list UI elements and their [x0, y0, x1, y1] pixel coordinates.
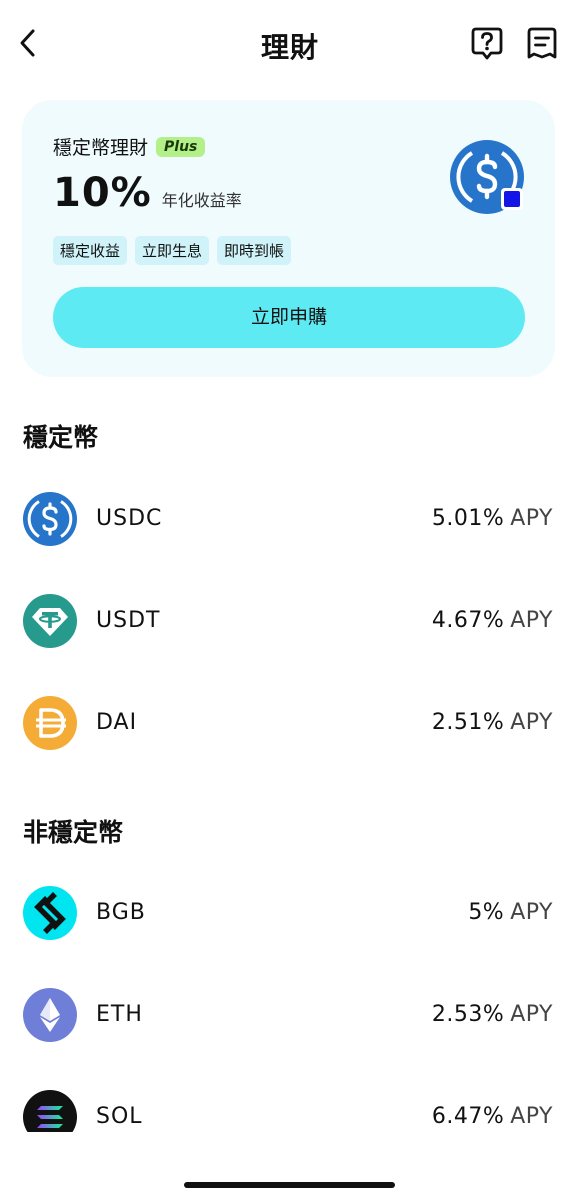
- coin-symbol: USDT: [96, 608, 161, 633]
- subscribe-now-button[interactable]: 立即申購: [53, 287, 525, 348]
- solana-icon: [23, 1090, 77, 1132]
- promo-title-row: 穩定幣理財 Plus: [53, 133, 206, 160]
- apy-unit: APY: [510, 1002, 553, 1027]
- tether-icon: [23, 594, 77, 648]
- apy-unit: APY: [510, 710, 553, 735]
- promo-rate-label: 年化收益率: [161, 191, 242, 210]
- coin-row-eth[interactable]: ETH 2.53% APY: [0, 982, 580, 1052]
- apy-rate: 2.53%: [431, 1002, 505, 1027]
- coin-symbol: BGB: [96, 900, 146, 925]
- order-history-button[interactable]: [526, 26, 558, 60]
- coin-symbol: DAI: [96, 710, 138, 735]
- stablecoin-promo-card: 穩定幣理財 Plus 10% 年化收益率 穩定收益 立即生息 即時到帳 立即申購: [22, 100, 555, 377]
- coin-symbol: USDC: [96, 506, 163, 531]
- promo-rate-row: 10% 年化收益率: [53, 170, 242, 216]
- usdc-icon: [23, 492, 77, 546]
- apy-unit: APY: [510, 506, 553, 531]
- order-list-icon: [527, 27, 557, 59]
- apy-rate: 2.51%: [431, 710, 505, 735]
- square-badge-icon: [501, 188, 523, 210]
- home-indicator[interactable]: [184, 1182, 395, 1188]
- bitget-icon: [23, 886, 77, 940]
- coin-apy: 2.53% APY: [432, 1002, 553, 1027]
- apy-rate: 5%: [468, 900, 505, 925]
- question-bubble-icon: [471, 27, 503, 60]
- top-nav-bar: 理財: [0, 0, 580, 88]
- promo-tag: 穩定收益: [53, 236, 128, 265]
- coin-row-dai[interactable]: DAI 2.51% APY: [0, 690, 580, 760]
- coin-row-usdc[interactable]: USDC 5.01% APY: [0, 486, 580, 556]
- coin-apy: 6.47% APY: [432, 1104, 553, 1129]
- apy-unit: APY: [510, 608, 553, 633]
- coin-symbol: SOL: [96, 1104, 143, 1129]
- plus-badge: Plus: [156, 136, 206, 157]
- help-button[interactable]: [471, 26, 503, 60]
- promo-tag: 立即生息: [135, 236, 210, 265]
- coin-row-sol[interactable]: SOL 6.47% APY: [0, 1084, 580, 1132]
- coin-symbol: ETH: [96, 1002, 143, 1027]
- square-badge-fill: [504, 191, 520, 207]
- apy-rate: 4.67%: [431, 608, 505, 633]
- coin-row-usdt[interactable]: USDT 4.67% APY: [0, 588, 580, 658]
- promo-tags: 穩定收益 立即生息 即時到帳: [53, 236, 292, 265]
- apy-rate: 6.47%: [431, 1104, 505, 1129]
- promo-tag: 即時到帳: [217, 236, 292, 265]
- section-title-stable: 穩定幣: [23, 423, 99, 452]
- coin-row-bgb[interactable]: BGB 5% APY: [0, 880, 580, 950]
- ethereum-icon: [23, 988, 77, 1042]
- section-title-non-stable: 非穩定幣: [23, 818, 124, 847]
- coin-apy: 5% APY: [468, 900, 553, 925]
- promo-rate-value: 10%: [53, 170, 152, 216]
- apy-rate: 5.01%: [431, 506, 505, 531]
- coin-apy: 5.01% APY: [432, 506, 553, 531]
- promo-title: 穩定幣理財: [53, 137, 149, 159]
- apy-unit: APY: [510, 1104, 553, 1129]
- coin-apy: 4.67% APY: [432, 608, 553, 633]
- coin-apy: 2.51% APY: [432, 710, 553, 735]
- apy-unit: APY: [510, 900, 553, 925]
- dai-icon: [23, 696, 77, 750]
